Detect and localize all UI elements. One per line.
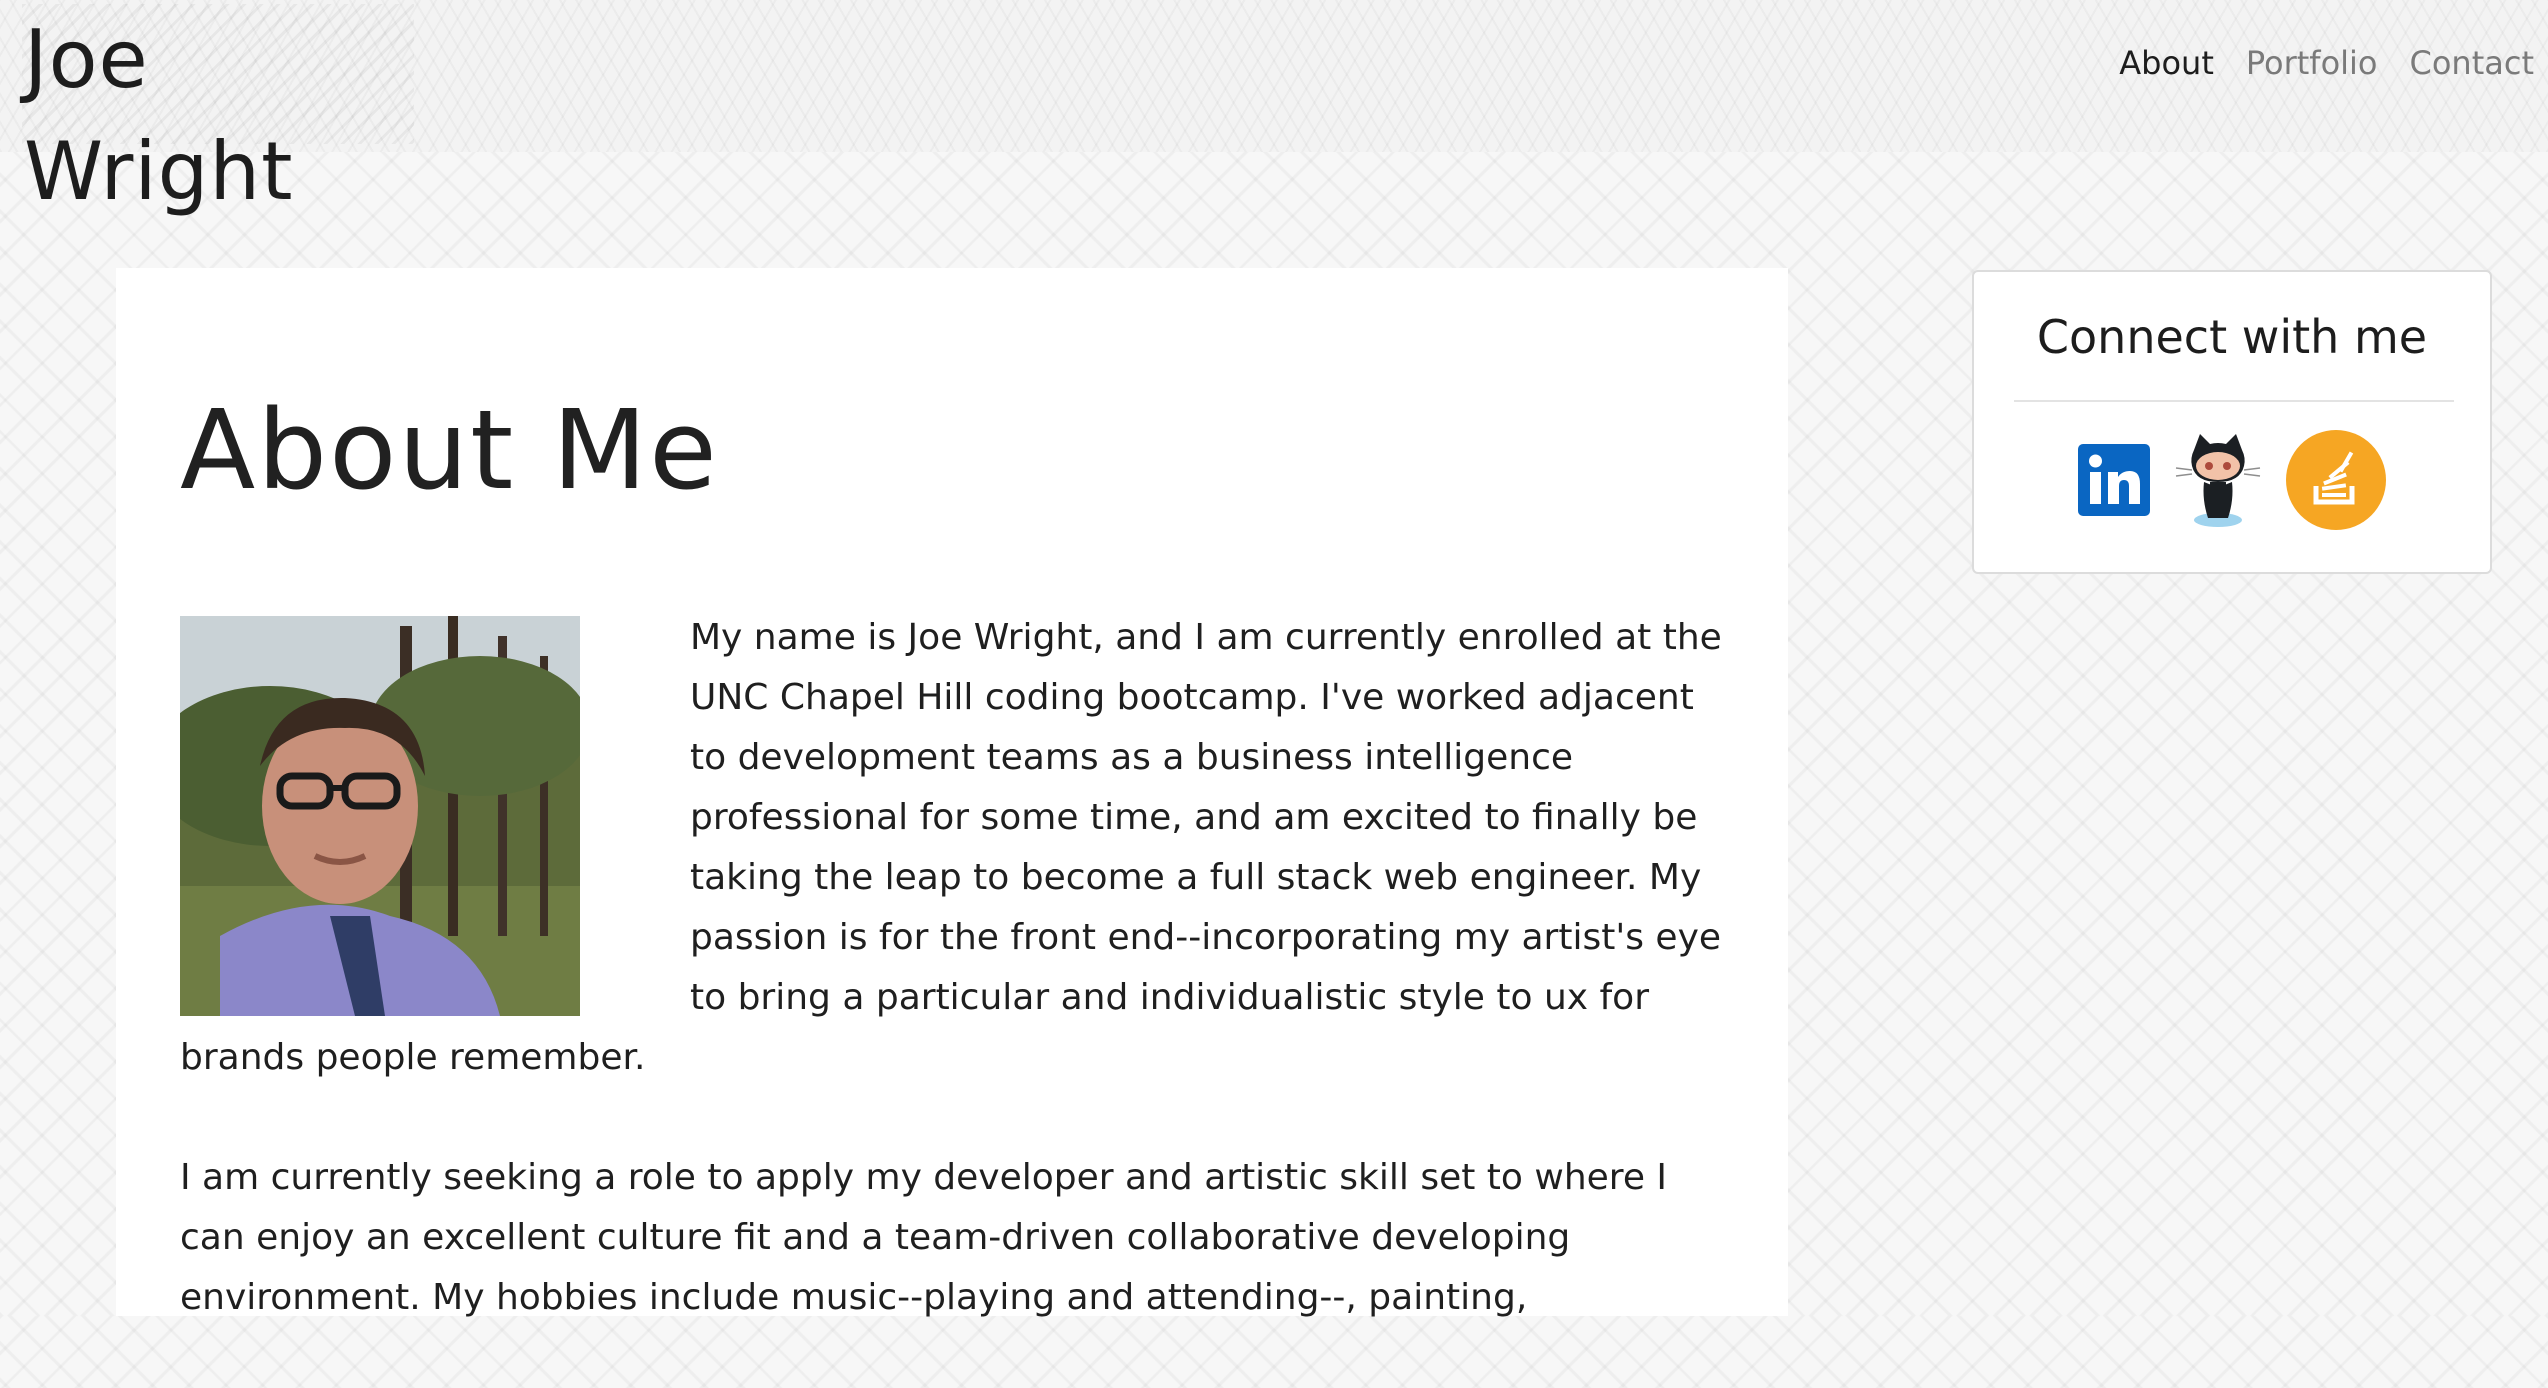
nav-link-about[interactable]: About xyxy=(2119,44,2214,82)
bio-paragraph-2: I am currently seeking a role to apply m… xyxy=(180,1157,1668,1318)
brand-logo[interactable]: Joe Wright xyxy=(22,4,414,218)
navbar: Joe Wright About Portfolio Contact xyxy=(0,0,2548,218)
linkedin-icon[interactable] xyxy=(2078,444,2150,516)
main-nav: About Portfolio Contact xyxy=(2119,44,2534,82)
connect-title: Connect with me xyxy=(2036,310,2428,364)
page-title: About Me xyxy=(180,386,719,514)
nav-link-contact[interactable]: Contact xyxy=(2410,44,2535,82)
github-octocat-icon[interactable] xyxy=(2172,430,2264,530)
stackoverflow-icon[interactable] xyxy=(2286,430,2386,530)
profile-photo xyxy=(180,616,580,1016)
about-card: About Me My name is Joe Wright, and I am… xyxy=(116,268,1788,1318)
bio-text: My name is Joe Wright, and I am currentl… xyxy=(180,608,1732,1388)
profile-photo-illustration xyxy=(180,616,580,1016)
social-links xyxy=(1974,430,2490,530)
connect-card: Connect with me xyxy=(1972,270,2492,574)
divider xyxy=(2014,400,2454,402)
nav-link-portfolio[interactable]: Portfolio xyxy=(2246,44,2378,82)
